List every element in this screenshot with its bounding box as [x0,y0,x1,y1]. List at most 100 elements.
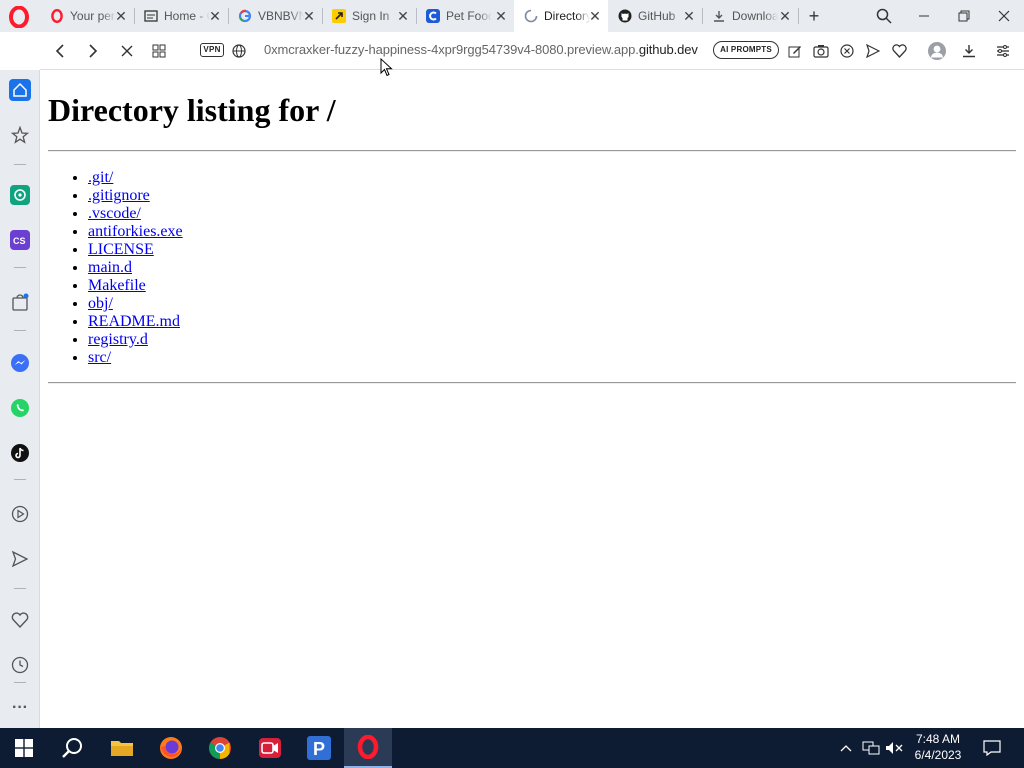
chatgpt-icon[interactable] [9,184,31,206]
tab-vbnbvnb[interactable]: VBNBVNB ✕ [228,0,322,32]
close-icon[interactable]: ✕ [396,9,410,23]
list-item: .gitignore [88,187,183,205]
history-clock-icon[interactable] [9,654,31,676]
close-icon[interactable]: ✕ [588,9,602,23]
close-icon[interactable]: ✕ [302,9,316,23]
camera-icon[interactable] [811,41,831,61]
tab-pet-food[interactable]: Pet Food ✕ [416,0,514,32]
mouse-cursor-icon [380,57,394,78]
downloads-icon[interactable] [959,41,979,61]
list-item: Makefile [88,277,183,295]
close-icon[interactable]: ✕ [682,9,696,23]
tab-title: VBNBVNB [258,9,304,23]
whatsapp-icon[interactable] [9,397,31,419]
file-link[interactable]: main.d [88,259,132,276]
address-toolbar: VPN 0xmcraxker-fuzzy-happiness-4xpr9rgg5… [40,32,1024,70]
c-app-icon [426,9,440,23]
heart-icon[interactable] [889,41,909,61]
opera-icon [50,9,64,23]
restore-icon[interactable] [954,6,974,26]
file-explorer-icon[interactable] [98,728,146,768]
player-icon[interactable] [9,503,31,525]
file-link[interactable]: obj/ [88,295,113,312]
url-field[interactable]: 0xmcraxker-fuzzy-happiness-4xpr9rgg54739… [264,42,698,57]
tab-directory[interactable]: Directory ✕ [514,0,608,32]
firefox-icon[interactable] [147,728,195,768]
chatsonic-icon[interactable]: CS [9,229,31,251]
search-icon[interactable] [48,728,96,768]
file-link[interactable]: README.md [88,313,180,330]
home-icon[interactable] [9,79,31,101]
send-icon[interactable] [863,41,883,61]
network-icon[interactable] [861,740,881,756]
tab-your-personal[interactable]: Your personal ✕ [40,0,134,32]
file-link[interactable]: antiforkies.exe [88,223,183,240]
screen-recorder-icon[interactable] [246,728,294,768]
adblock-icon[interactable] [837,41,857,61]
messenger-icon[interactable] [9,352,31,374]
close-window-icon[interactable] [994,6,1014,26]
file-link[interactable]: src/ [88,349,111,366]
p-app-icon[interactable]: P [295,728,343,768]
clock-time: 7:48 AM [915,732,961,746]
vpn-button[interactable]: VPN [200,43,224,57]
profile-avatar-icon[interactable] [927,41,947,61]
opera-taskbar-icon[interactable] [344,728,392,768]
list-item: registry.d [88,331,183,349]
volume-muted-icon[interactable] [884,740,906,756]
tab-sign-in[interactable]: Sign In ✕ [322,0,416,32]
edit-icon[interactable] [785,41,805,61]
url-subdomain: 0xmcraxker-fuzzy-happiness-4xpr9rgg54739… [264,42,639,57]
file-link[interactable]: .vscode/ [88,205,141,222]
new-tab-plus-icon[interactable]: + [804,6,824,26]
show-hidden-icons-icon[interactable] [838,740,854,756]
forward-icon[interactable] [83,41,103,61]
close-icon[interactable]: ✕ [778,9,792,23]
file-link[interactable]: .gitignore [88,187,150,204]
tab-home[interactable]: Home - Go ✕ [134,0,228,32]
back-icon[interactable] [50,41,70,61]
sidebar: CS ··· [0,70,40,728]
tab-title: Your personal [70,9,116,23]
file-link[interactable]: LICENSE [88,241,154,258]
list-item: README.md [88,313,183,331]
tab-search-icon[interactable] [874,6,894,26]
notifications-icon[interactable] [980,740,1004,756]
file-link[interactable]: registry.d [88,331,148,348]
arrow-app-icon [332,9,346,23]
svg-text:P: P [313,739,325,759]
minimize-icon[interactable] [914,6,934,26]
github-icon [618,9,632,23]
windows-start-icon[interactable] [0,728,48,768]
bookmarks-heart-icon[interactable] [9,609,31,631]
tab-downloads[interactable]: Downloads ✕ [702,0,798,32]
clock[interactable]: 7:48 AM 6/4/2023 [905,731,971,763]
more-options-icon[interactable]: ··· [9,697,31,719]
file-link[interactable]: Makefile [88,277,146,294]
aria-star-icon[interactable] [9,124,31,146]
flow-send-icon[interactable] [9,548,31,570]
globe-icon[interactable] [229,41,249,61]
desktop: Your personal ✕ Home - Go ✕ VBNBVNB ✕ Si… [0,0,1024,768]
page-content: Directory listing for / .git/ .gitignore… [40,70,1024,728]
tab-github[interactable]: GitHub ✕ [608,0,702,32]
tab-grid-icon[interactable] [149,41,169,61]
close-icon[interactable]: ✕ [208,9,222,23]
tab-title: GitHub [638,9,676,23]
shopping-bag-icon[interactable] [9,291,31,313]
close-icon[interactable]: ✕ [114,9,128,23]
file-list: .git/ .gitignore .vscode/ antiforkies.ex… [88,169,183,367]
list-item: main.d [88,259,183,277]
chrome-icon[interactable] [196,728,244,768]
close-icon[interactable]: ✕ [494,9,508,23]
page-icon [144,9,158,23]
list-item: antiforkies.exe [88,223,183,241]
ai-prompts-button[interactable]: AI PROMPTS [713,41,779,59]
file-link[interactable]: .git/ [88,169,113,186]
easy-setup-icon[interactable] [993,41,1013,61]
tiktok-icon[interactable] [9,442,31,464]
loading-icon [524,9,538,23]
opera-menu-icon[interactable] [8,5,30,29]
divider-top [48,150,1016,152]
stop-loading-icon[interactable] [117,41,137,61]
